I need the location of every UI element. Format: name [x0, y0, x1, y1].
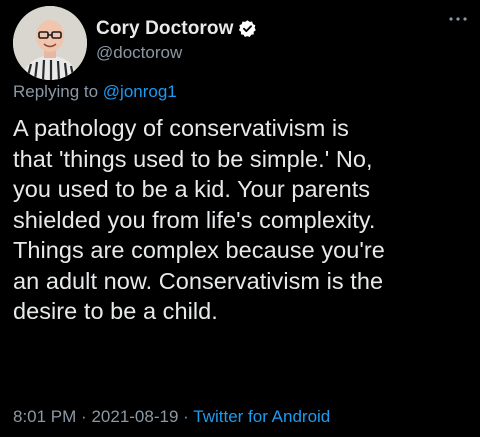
tweet-meta: 8:01 PM · 2021-08-19 · Twitter for Andro…	[13, 407, 330, 427]
tweet-source-link[interactable]: Twitter for Android	[193, 407, 330, 426]
name-row: Cory Doctorow	[96, 18, 257, 40]
tweet-text: A pathology of conservativism is that 't…	[13, 113, 473, 327]
tweet-text-line: an adult now. Conservativism is the	[13, 267, 384, 294]
tweet-date[interactable]: 2021-08-19	[91, 407, 178, 426]
author-display-name[interactable]: Cory Doctorow	[96, 18, 233, 40]
tweet-text-line: Things are complex because you're	[13, 237, 385, 263]
author-handle[interactable]: @doctorow	[96, 43, 257, 63]
avatar-image	[13, 6, 87, 80]
author-names: Cory Doctorow @doctorow	[96, 18, 257, 63]
tweet-text-line: desire to be a child.	[13, 298, 218, 324]
replying-to-label: Replying to	[13, 82, 99, 101]
tweet-card: Cory Doctorow @doctorow Replying to @jon…	[0, 0, 480, 437]
replying-to-line: Replying to @jonrog1	[13, 82, 177, 102]
tweet-text-line: shielded you from life's complexity.	[13, 206, 376, 233]
avatar[interactable]	[13, 6, 87, 80]
tweet-header: Cory Doctorow @doctorow	[13, 6, 257, 80]
verified-badge-icon	[238, 19, 257, 38]
tweet-text-line: you used to be a kid. Your parents	[13, 176, 371, 202]
more-options-icon[interactable]	[446, 12, 470, 26]
tweet-text-line: that 'things used to be simple.' No,	[13, 145, 373, 172]
tweet-time[interactable]: 8:01 PM	[13, 407, 76, 426]
meta-separator: ·	[81, 407, 87, 426]
tweet-text-line: A pathology of conservativism is	[13, 115, 349, 141]
reply-mention-link[interactable]: @jonrog1	[103, 82, 177, 101]
meta-separator: ·	[183, 407, 189, 426]
